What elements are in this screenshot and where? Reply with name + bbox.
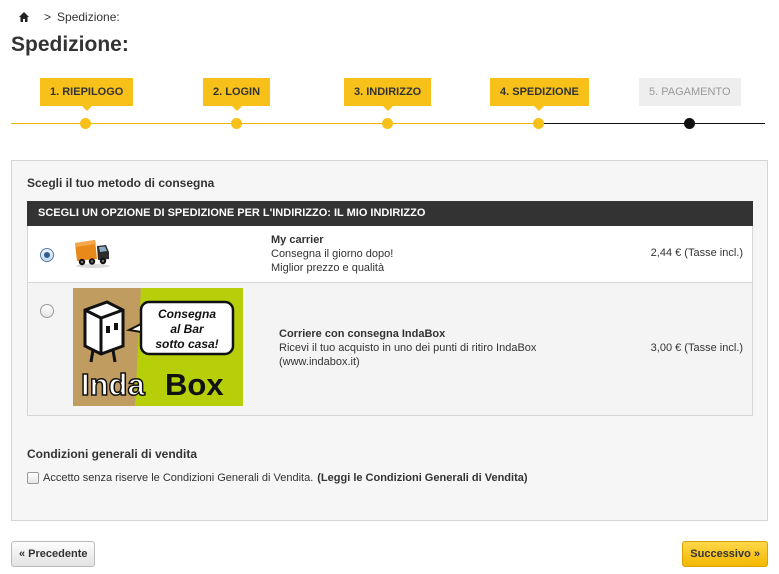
checkout-steps: 1. RIEPILOGO 2. LOGIN 3. INDIRIZZO 4. SP… [0, 78, 779, 138]
progress-line-remaining [539, 123, 765, 124]
accept-conditions-checkbox[interactable] [27, 472, 39, 484]
step-dot-1 [80, 118, 91, 129]
indabox-radio[interactable] [40, 304, 54, 318]
indabox-line2: (www.indabox.it) [279, 356, 360, 368]
indabox-name: Corriere con consegna IndaBox [279, 328, 446, 340]
indabox-line1: Ricevi il tuo acquisto in uno dei punti … [279, 342, 537, 354]
step-dot-3 [382, 118, 393, 129]
page-title: Spedizione: [11, 33, 129, 56]
home-icon[interactable] [18, 11, 30, 23]
step-pagamento: 5. PAGAMENTO [639, 78, 741, 106]
logo-bubble-line2: al Bar [170, 322, 205, 336]
read-conditions-link[interactable]: (Leggi le Condizioni Generali di Vendita… [317, 472, 527, 484]
step-riepilogo[interactable]: 1. RIEPILOGO [40, 78, 134, 111]
accept-conditions-label[interactable]: Accetto senza riserve le Condizioni Gene… [43, 472, 313, 484]
my-carrier-line1: Consegna il giorno dopo! [271, 248, 394, 260]
step-login[interactable]: 2. LOGIN [203, 78, 271, 111]
my-carrier-radio[interactable] [40, 248, 54, 262]
breadcrumb: > Spedizione: [18, 10, 120, 24]
indabox-details: Corriere con consegna IndaBox Ricevi il … [279, 327, 536, 369]
my-carrier-details: My carrier Consegna il giorno dopo! Migl… [271, 233, 393, 275]
shipping-options-header: SCEGLI UN OPZIONE DI SPEDIZIONE PER L'IN… [27, 201, 753, 226]
step-dot-2 [231, 118, 242, 129]
conditions-title: Condizioni generali di vendita [27, 447, 198, 461]
shipping-option-my-carrier[interactable]: My carrier Consegna il giorno dopo! Migl… [27, 226, 753, 283]
conditions-row: Accetto senza riserve le Condizioni Gene… [27, 472, 528, 484]
delivery-method-title: Scegli il tuo metodo di consegna [27, 176, 215, 190]
step-spedizione: 4. SPEDIZIONE [490, 78, 589, 111]
breadcrumb-separator: > [44, 10, 52, 24]
step-dot-4 [533, 118, 544, 129]
logo-brand-inda: Inda [81, 367, 145, 402]
step-indirizzo[interactable]: 3. INDIRIZZO [344, 78, 432, 111]
logo-bubble-line1: Consegna [158, 307, 216, 321]
my-carrier-name: My carrier [271, 234, 324, 246]
shipping-option-indabox[interactable]: Consegna al Bar sotto casa! Inda Box Cor… [27, 283, 753, 416]
my-carrier-line2: Miglior prezzo e qualità [271, 262, 385, 274]
breadcrumb-current: Spedizione: [57, 10, 120, 24]
my-carrier-price: 2,44 € (Tasse incl.) [650, 247, 743, 259]
step-dot-5 [684, 118, 695, 129]
previous-button[interactable]: « Precedente [11, 541, 96, 567]
next-button[interactable]: Successivo » [682, 541, 768, 567]
radio-selected-dot [44, 252, 50, 258]
logo-bubble-line3: sotto casa! [155, 337, 218, 351]
logo-brand-box: Box [165, 367, 224, 402]
indabox-logo: Consegna al Bar sotto casa! Inda Box [73, 288, 243, 406]
delivery-panel: Scegli il tuo metodo di consegna SCEGLI … [11, 160, 768, 521]
truck-icon [73, 235, 111, 269]
indabox-price: 3,00 € (Tasse incl.) [650, 342, 743, 354]
